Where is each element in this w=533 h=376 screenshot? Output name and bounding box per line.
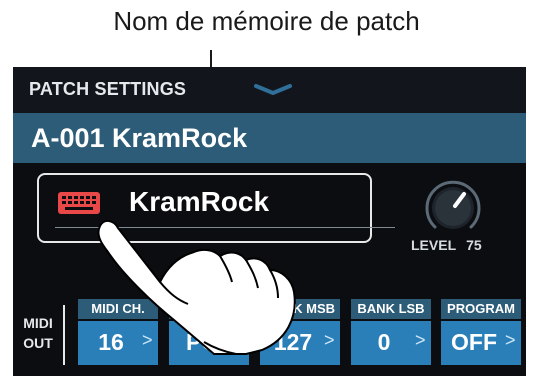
pointing-hand-icon — [97, 220, 296, 355]
